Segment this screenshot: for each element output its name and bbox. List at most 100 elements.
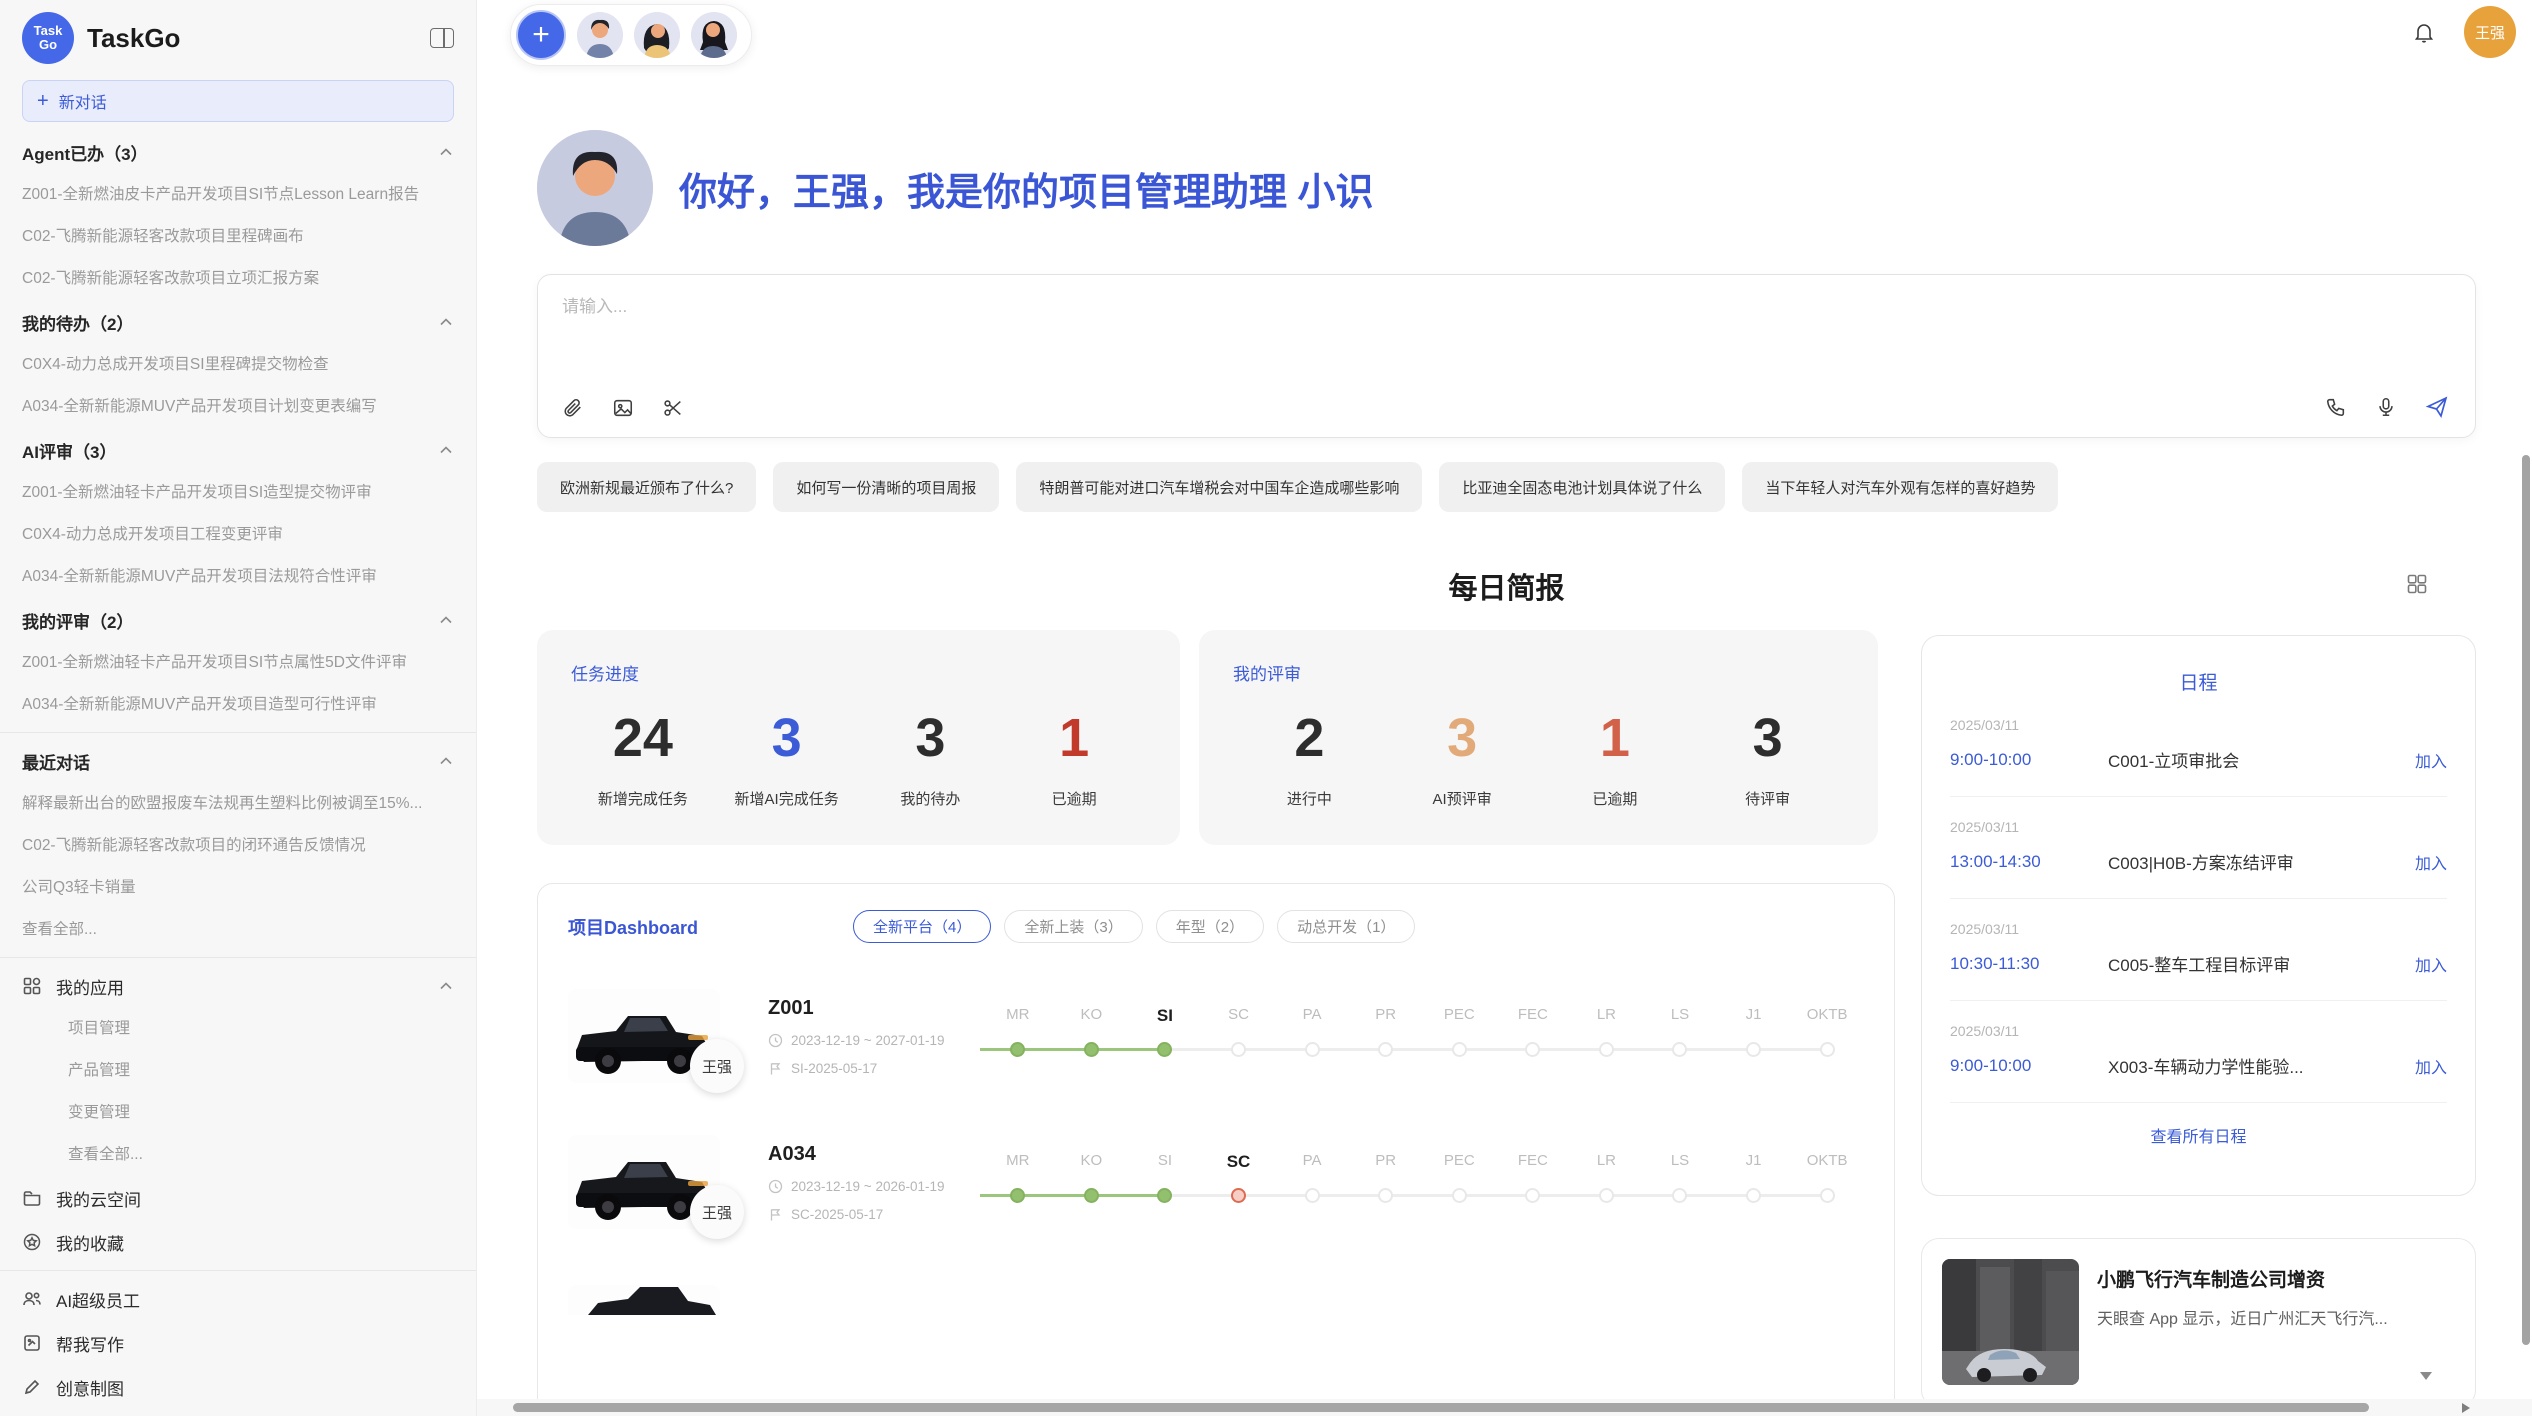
join-meeting-link[interactable]: 加入: [2415, 748, 2447, 772]
lower-grid: 任务进度 24 新增完成任务 3 新增AI完成任务: [537, 630, 2476, 1416]
scissors-icon[interactable]: [662, 397, 684, 419]
assistant-avatar-3[interactable]: [691, 12, 737, 58]
section-my-todo[interactable]: 我的待办（2）: [0, 300, 476, 344]
horizontal-scrollbar-thumb[interactable]: [513, 1403, 2369, 1412]
send-icon[interactable]: [2425, 395, 2449, 419]
image-upload-icon[interactable]: [612, 397, 634, 419]
recent-view-all[interactable]: 查看全部...: [0, 909, 476, 951]
sidebar-item-ai-super-staff[interactable]: AI超级员工: [0, 1277, 476, 1321]
sidebar-item[interactable]: Z001-全新燃油轻卡产品开发项目SI节点属性5D文件评审: [0, 642, 476, 684]
filter-new-body[interactable]: 全新上装（3）: [1004, 910, 1142, 943]
schedule-entry: 2025/03/11 9:00-10:00 X003-车辆动力学性能验... 加…: [1950, 1001, 2447, 1103]
sidebar-item[interactable]: A034-全新新能源MUV产品开发项目造型可行性评审: [0, 684, 476, 726]
assistant-avatar-1[interactable]: [577, 12, 623, 58]
chat-input[interactable]: [562, 297, 2451, 317]
app-item-product-mgmt[interactable]: 产品管理: [0, 1050, 476, 1092]
pen-icon: [22, 1377, 42, 1397]
voice-call-icon[interactable]: [2325, 396, 2347, 418]
chevron-up-icon[interactable]: [438, 442, 454, 458]
schedule-entry: 2025/03/11 13:00-14:30 C003|H0B-方案冻结评审 加…: [1950, 797, 2447, 899]
apps-view-all[interactable]: 查看全部...: [0, 1134, 476, 1176]
project-info: A034 2023-12-19 ~ 2026-01-19 SC-2025-05-…: [768, 1143, 973, 1222]
filter-new-platform[interactable]: 全新平台（4）: [853, 910, 991, 943]
collapse-sidebar-icon[interactable]: [430, 28, 454, 48]
milestone-node: [1231, 1042, 1246, 1057]
milestone-node-done: [1010, 1042, 1025, 1057]
scroll-right-arrow[interactable]: [2462, 1403, 2470, 1413]
news-card[interactable]: 小鹏飞行汽车制造公司增资 天眼查 App 显示，近日广州汇天飞行汽...: [1921, 1238, 2476, 1408]
metric-new-ai-completed: 3 新增AI完成任务: [715, 709, 859, 809]
attachment-paperclip-icon[interactable]: [562, 397, 584, 419]
add-assistant-button[interactable]: +: [516, 10, 566, 60]
project-row-a034[interactable]: 王强 A034 2023-12-19 ~ 2026-01-19: [568, 1135, 1864, 1229]
suggestion-chip[interactable]: 如何写一份清晰的项目周报: [773, 462, 999, 512]
cloud-folder-icon: [22, 1188, 42, 1208]
sidebar-item[interactable]: A034-全新新能源MUV产品开发项目法规符合性评审: [0, 556, 476, 598]
sidebar-item-cloud-space[interactable]: 我的云空间: [0, 1176, 476, 1220]
sidebar-item-help-me-write[interactable]: 帮我写作: [0, 1321, 476, 1365]
app-item-project-mgmt[interactable]: 项目管理: [0, 1008, 476, 1050]
sidebar-item-creative-drawing[interactable]: 创意制图: [0, 1365, 476, 1409]
app-item-change-mgmt[interactable]: 变更管理: [0, 1092, 476, 1134]
chevron-up-icon[interactable]: [438, 314, 454, 330]
microphone-icon[interactable]: [2375, 396, 2397, 418]
sidebar-item[interactable]: Z001-全新燃油轻卡产品开发项目SI造型提交物评审: [0, 472, 476, 514]
layout-grid-icon[interactable]: [2405, 572, 2429, 596]
horizontal-scrollbar[interactable]: [477, 1399, 2532, 1416]
project-owner-badge: 王强: [690, 1185, 744, 1239]
input-tools-right: [2325, 395, 2449, 419]
milestone-node-done: [1084, 1042, 1099, 1057]
sidebar-item[interactable]: Z001-全新燃油皮卡产品开发项目SI节点Lesson Learn报告: [0, 174, 476, 216]
right-column: 日程 2025/03/11 9:00-10:00 C001-立项审批会 加入 2…: [1921, 635, 2476, 1408]
chevron-up-icon[interactable]: [438, 978, 454, 994]
suggestion-chip[interactable]: 欧洲新规最近颁布了什么?: [537, 462, 756, 512]
filter-model-year[interactable]: 年型（2）: [1156, 910, 1264, 943]
suggestion-chip[interactable]: 比亚迪全固态电池计划具体说了什么: [1439, 462, 1725, 512]
project-dates: 2023-12-19 ~ 2027-01-19: [768, 1033, 973, 1048]
section-recent-chats[interactable]: 最近对话: [0, 739, 476, 783]
join-meeting-link[interactable]: 加入: [2415, 952, 2447, 976]
join-meeting-link[interactable]: 加入: [2415, 1054, 2447, 1078]
project-row-z001[interactable]: 王强 Z001 2023-12-19 ~ 2027-01-19: [568, 989, 1864, 1083]
chevron-up-icon[interactable]: [438, 144, 454, 160]
milestone-node: [1746, 1188, 1761, 1203]
metric-pending-review: 3 待评审: [1691, 709, 1844, 809]
sidebar-item-my-apps[interactable]: 我的应用: [0, 964, 476, 1008]
milestone-node-done: [1010, 1188, 1025, 1203]
user-avatar[interactable]: 王强: [2464, 6, 2516, 58]
sidebar-item[interactable]: C02-飞腾新能源轻客改款项目立项汇报方案: [0, 258, 476, 300]
app-window: Task Go TaskGo + 新对话 Agent已办（3） Z001-全新燃…: [0, 0, 2532, 1416]
suggestion-chip[interactable]: 特朗普可能对进口汽车增税会对中国车企造成哪些影响: [1016, 462, 1422, 512]
metric-review-overdue: 1 已逾期: [1539, 709, 1692, 809]
sidebar-item[interactable]: A034-全新新能源MUV产品开发项目计划变更表编写: [0, 386, 476, 428]
greeting-text: 你好，王强，我是你的项目管理助理 小识: [679, 161, 1374, 216]
section-agent-done[interactable]: Agent已办（3）: [0, 130, 476, 174]
vertical-scrollbar-thumb[interactable]: [2522, 455, 2530, 1345]
logo-row: Task Go TaskGo: [0, 10, 476, 66]
sidebar-item[interactable]: C0X4-动力总成开发项目工程变更评审: [0, 514, 476, 556]
section-my-review[interactable]: 我的评审（2）: [0, 598, 476, 642]
join-meeting-link[interactable]: 加入: [2415, 850, 2447, 874]
divider: [0, 957, 476, 958]
chevron-up-icon[interactable]: [438, 612, 454, 628]
stats-row: 任务进度 24 新增完成任务 3 新增AI完成任务: [537, 630, 1895, 845]
sidebar-item-favorites[interactable]: 我的收藏: [0, 1220, 476, 1264]
dashboard-header: 项目Dashboard 全新平台（4） 全新上装（3） 年型（2） 动总开发（1…: [568, 910, 1864, 943]
recent-chat-item[interactable]: C02-飞腾新能源轻客改款项目的闭环通告反馈情况: [0, 825, 476, 867]
section-ai-review[interactable]: AI评审（3）: [0, 428, 476, 472]
sidebar-item[interactable]: C02-飞腾新能源轻客改款项目里程碑画布: [0, 216, 476, 258]
assistant-avatar-2[interactable]: [634, 12, 680, 58]
view-all-schedule-link[interactable]: 查看所有日程: [1950, 1103, 2447, 1167]
schedule-title: 日程: [1950, 668, 2447, 695]
sidebar-item[interactable]: C0X4-动力总成开发项目SI里程碑提交物检查: [0, 344, 476, 386]
project-code: A034: [768, 1143, 973, 1166]
chevron-up-icon[interactable]: [438, 753, 454, 769]
milestone-node-done: [1157, 1188, 1172, 1203]
scroll-down-arrow[interactable]: [2420, 1372, 2432, 1380]
recent-chat-item[interactable]: 解释最新出台的欧盟报废车法规再生塑料比例被调至15%...: [0, 783, 476, 825]
new-chat-button[interactable]: + 新对话: [22, 80, 454, 122]
filter-powertrain[interactable]: 动总开发（1）: [1277, 910, 1415, 943]
suggestion-chip[interactable]: 当下年轻人对汽车外观有怎样的喜好趋势: [1742, 462, 2058, 512]
notification-bell-icon[interactable]: [2412, 20, 2436, 44]
recent-chat-item[interactable]: 公司Q3轻卡销量: [0, 867, 476, 909]
